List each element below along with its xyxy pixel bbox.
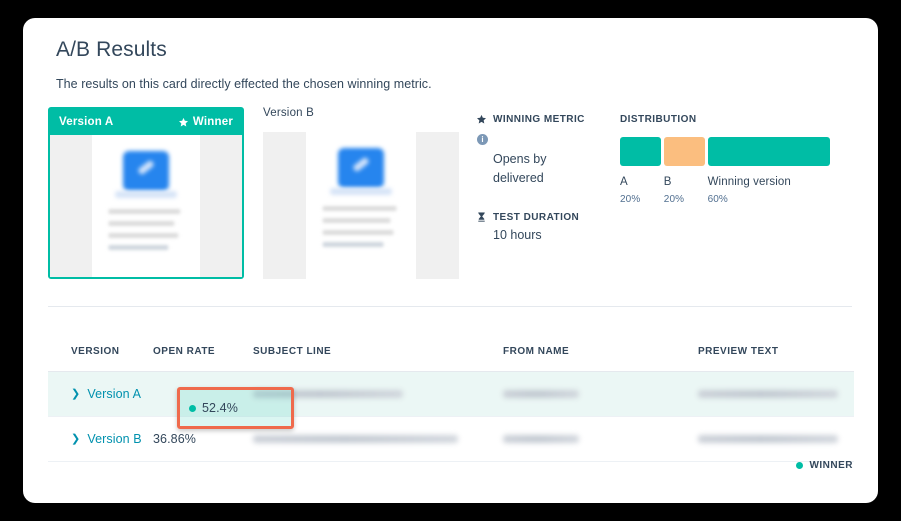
distribution-segment-b bbox=[663, 137, 705, 166]
distribution-label-winner-name: Winning version bbox=[707, 176, 791, 188]
winning-metric-heading-row: WINNING METRIC bbox=[476, 114, 606, 125]
redacted-preview-text bbox=[698, 390, 838, 398]
distribution-label-a-name: A bbox=[620, 176, 628, 188]
column-header-subject-line: SUBJECT LINE bbox=[253, 345, 332, 357]
distribution-bar bbox=[620, 137, 830, 166]
cell-subject-line bbox=[253, 435, 503, 443]
test-duration-heading-row: TEST DURATION bbox=[476, 212, 606, 223]
table-row[interactable]: ❯ Version B 36.86% bbox=[48, 417, 854, 462]
column-header-preview-text: PREVIEW TEXT bbox=[698, 345, 779, 357]
table-row[interactable]: ❯ Version A bbox=[48, 372, 854, 417]
email-body-lines bbox=[322, 206, 400, 254]
email-hero-image bbox=[337, 148, 384, 188]
version-a-label: Version A bbox=[59, 116, 114, 128]
cell-version[interactable]: ❯ Version B bbox=[48, 432, 153, 446]
row-version-label: Version A bbox=[87, 387, 142, 401]
email-body-lines bbox=[108, 209, 183, 257]
version-a-winner-badge: Winner bbox=[178, 116, 233, 128]
redacted-preview-text bbox=[698, 435, 838, 443]
results-table: VERSION OPEN RATE SUBJECT LINE FROM NAME… bbox=[48, 331, 854, 462]
email-hero-shadow bbox=[114, 191, 177, 198]
redacted-subject-line bbox=[253, 390, 403, 398]
cell-preview-text bbox=[698, 390, 854, 398]
ab-results-card: A/B Results The results on this card dir… bbox=[23, 18, 878, 503]
star-icon bbox=[477, 114, 486, 124]
winner-dot-icon bbox=[189, 404, 196, 412]
open-rate-highlight-value: 52.4% bbox=[189, 401, 238, 415]
email-hero-image bbox=[122, 151, 169, 191]
winning-metric-heading: WINNING METRIC bbox=[493, 114, 585, 125]
screenshot-frame: A/B Results The results on this card dir… bbox=[0, 0, 901, 521]
distribution-segment-a bbox=[620, 137, 661, 166]
distribution-label-b-pct: 20% bbox=[663, 194, 685, 205]
chevron-right-icon: ❯ bbox=[71, 387, 81, 400]
winning-metric-value: Opens by delivered bbox=[493, 152, 547, 186]
cell-preview-text bbox=[698, 435, 854, 443]
cell-version[interactable]: ❯ Version A bbox=[48, 387, 153, 401]
cell-open-rate: 36.86% bbox=[153, 432, 253, 446]
table-header-row: VERSION OPEN RATE SUBJECT LINE FROM NAME… bbox=[48, 331, 854, 372]
version-b-preview-card[interactable]: Version B bbox=[263, 107, 459, 279]
distribution-label-b: B 20% bbox=[664, 176, 705, 205]
winner-legend-label: WINNER bbox=[809, 460, 853, 471]
version-a-expand-link[interactable]: ❯ Version A bbox=[71, 387, 145, 401]
version-a-header: Version A Winner bbox=[50, 109, 242, 135]
version-b-expand-link[interactable]: ❯ Version B bbox=[71, 432, 145, 446]
column-header-open-rate: OPEN RATE bbox=[153, 345, 216, 357]
page-subtitle: The results on this card directly effect… bbox=[56, 77, 432, 91]
star-icon bbox=[178, 117, 188, 126]
email-hero-shadow bbox=[329, 188, 392, 195]
distribution-labels: A 20% B 20% Winning version 60% bbox=[620, 176, 830, 205]
version-b-label: Version B bbox=[263, 107, 315, 119]
winner-dot-icon bbox=[796, 462, 804, 469]
distribution-label-b-name: B bbox=[663, 176, 672, 188]
distribution-label-a: A 20% bbox=[620, 176, 661, 205]
test-duration-heading: TEST DURATION bbox=[493, 211, 580, 223]
distribution-label-winner: Winning version 60% bbox=[708, 176, 830, 205]
redacted-from-name bbox=[503, 435, 579, 443]
distribution-label-a-pct: 20% bbox=[620, 194, 641, 205]
version-a-winner-text: Winner bbox=[192, 116, 233, 128]
version-a-thumbnail[interactable] bbox=[50, 135, 242, 277]
open-rate-value: 36.86% bbox=[153, 432, 196, 446]
distribution-label-winner-pct: 60% bbox=[707, 194, 728, 205]
metrics-panel: WINNING METRIC i Opens by delivered TEST… bbox=[476, 114, 606, 245]
cell-from-name bbox=[503, 390, 698, 398]
distribution-panel: DISTRIBUTION A 20% B 20% Winning version… bbox=[620, 114, 830, 205]
distribution-title: DISTRIBUTION bbox=[620, 114, 697, 125]
test-duration-block: TEST DURATION 10 hours bbox=[476, 212, 606, 245]
winning-metric-block: WINNING METRIC i Opens by delivered bbox=[476, 114, 606, 189]
section-divider bbox=[48, 306, 852, 307]
test-duration-value: 10 hours bbox=[493, 227, 542, 242]
email-page bbox=[92, 135, 200, 277]
column-header-from-name: FROM NAME bbox=[503, 345, 570, 357]
cell-subject-line bbox=[253, 390, 503, 398]
open-rate-value: 52.4% bbox=[202, 401, 238, 415]
info-icon[interactable]: i bbox=[477, 134, 488, 145]
email-page bbox=[306, 132, 416, 279]
page-title: A/B Results bbox=[56, 38, 167, 61]
hourglass-icon bbox=[478, 212, 485, 222]
distribution-segment-winner bbox=[707, 137, 830, 166]
redacted-subject-line bbox=[253, 435, 458, 443]
winner-legend: WINNER bbox=[796, 460, 853, 471]
version-b-thumbnail[interactable] bbox=[263, 132, 459, 279]
column-header-version: VERSION bbox=[71, 345, 120, 357]
row-version-label: Version B bbox=[87, 432, 142, 446]
redacted-from-name bbox=[503, 390, 579, 398]
cell-from-name bbox=[503, 435, 698, 443]
chevron-right-icon: ❯ bbox=[71, 432, 81, 445]
version-a-preview-card[interactable]: Version A Winner bbox=[48, 107, 244, 279]
